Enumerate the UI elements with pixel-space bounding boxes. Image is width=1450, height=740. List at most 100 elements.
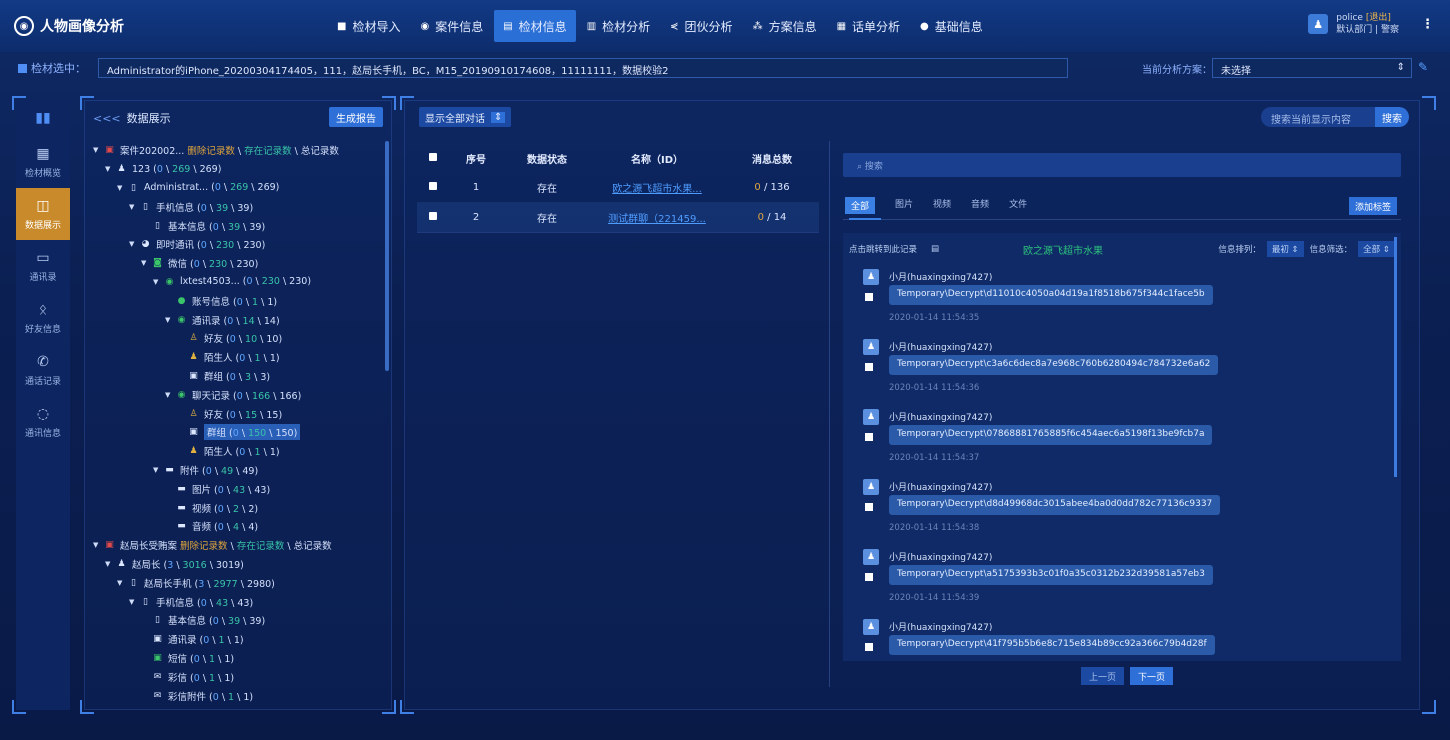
chat-tab-3[interactable]: 音频 [971,197,989,214]
row-checkbox[interactable] [429,212,437,220]
tree-node[interactable]: ▬ 图片 (0 \ 43 \ 43) [93,479,385,498]
nav-item-2[interactable]: ▤ 检材信息 [494,10,576,42]
side-item-0[interactable]: ▦ 检材概览 [16,136,70,188]
filter-select[interactable]: 全部 ⇕ [1358,241,1395,257]
select-all-checkbox[interactable] [429,152,437,161]
tree-node[interactable]: ✉ 彩信 (0 \ 1 \ 1) [93,667,385,686]
tree-node[interactable]: ▼ ◉ 通讯录 (0 \ 14 \ 14) [93,310,385,329]
tree-toggle-icon[interactable]: ▼ [93,146,103,154]
message-checkbox[interactable] [865,293,873,301]
message-checkbox[interactable] [865,363,873,371]
material-selection-field[interactable]: Administrator的iPhone_20200304174405，111，… [98,58,1068,78]
tree-toggle-icon[interactable]: ▼ [129,240,139,248]
chat-search-input[interactable]: ⌕ 搜索 [843,153,1401,177]
add-tag-button[interactable]: 添加标签 [1348,197,1397,215]
sort-select[interactable]: 最初 ⇕ [1266,241,1304,257]
tree-toggle-icon[interactable]: ▼ [117,184,127,192]
side-item-3[interactable]: ᛟ 好友信息 [16,292,70,344]
message-scrollbar[interactable] [1394,237,1397,477]
tree-node[interactable]: ▼ ▣ 案件202002... 删除记录数 \ 存在记录数 \ 总记录数 [93,141,385,160]
tree-node[interactable]: ▼ ▯ 手机信息 (0 \ 39 \ 39) [93,197,385,216]
tree-node[interactable]: ▼ ▯ Administrat... (0 \ 269 \ 269) [93,179,385,198]
tree-node[interactable]: ▼ ▣ 赵局长受贿案 删除记录数 \ 存在记录数 \ 总记录数 [93,536,385,555]
tree-node[interactable]: ▼ ◙ 微信 (0 \ 230 \ 230) [93,254,385,273]
edit-icon[interactable]: ✎ [1418,60,1428,74]
row-checkbox[interactable] [429,182,437,190]
tree-node[interactable]: ▣ 群组 (0 \ 150 \ 150) [93,423,385,442]
tree-node[interactable]: ▬ 视频 (0 \ 2 \ 2) [93,498,385,517]
tree-node[interactable]: ▼ ◉ 聊天记录 (0 \ 166 \ 166) [93,385,385,404]
tree-scrollbar[interactable] [385,141,389,371]
tree-node[interactable]: ▣ 短信 (0 \ 1 \ 1) [93,649,385,668]
nav-item-1[interactable]: ◉ 案件信息 [411,10,492,42]
user-avatar-icon[interactable]: ♟ [1308,14,1329,34]
tree-toggle-icon[interactable]: ▼ [153,278,163,286]
tree-toggle-icon[interactable]: ▼ [105,560,115,568]
tree-node[interactable]: ▬ 音频 (0 \ 4 \ 4) [93,517,385,536]
tree-toggle-icon[interactable]: ▼ [165,316,175,324]
plan-select[interactable]: 未选择 ⇕ [1212,58,1412,78]
tree-node[interactable]: ▣ 群组 (0 \ 3 \ 3) [93,367,385,386]
calendar-icon[interactable]: ▤ [931,244,939,254]
message-checkbox[interactable] [865,643,873,651]
row-name-link[interactable]: 测试群聊（221459... [608,214,706,225]
tree-node[interactable]: ▣ 通讯录 (0 \ 1 \ 1) [93,630,385,649]
nav-item-5[interactable]: ⁂ 方案信息 [744,10,826,42]
tree-toggle-icon[interactable]: ▼ [105,165,115,173]
tree-node[interactable]: ▼ ▬ 附件 (0 \ 49 \ 49) [93,461,385,480]
nav-item-3[interactable]: ▥ 检材分析 [578,10,659,42]
content-search-button[interactable]: 搜索 [1375,107,1409,127]
nav-item-4[interactable]: ⋞ 团伙分析 [661,10,741,42]
message-bubble[interactable]: Temporary\Decrypt\07868881765885f6c454ae… [889,425,1213,445]
tree-node[interactable]: ♙ 好友 (0 \ 15 \ 15) [93,404,385,423]
chat-tab-0[interactable]: 全部 [845,197,876,214]
table-row[interactable]: 1 存在 欧之源飞超市水果... 0 / 136 [417,173,819,203]
message-bubble[interactable]: Temporary\Decrypt\d8d49968dc3015abee4ba0… [889,495,1221,515]
tree-toggle-icon[interactable]: ▼ [93,541,103,549]
tree-node[interactable]: ▼ ♟ 赵局长 (3 \ 3016 \ 3019) [93,555,385,574]
collapse-back-icon[interactable]: <<< [93,112,121,125]
nav-item-0[interactable]: ■ 检材导入 [328,10,409,42]
chat-tab-2[interactable]: 视频 [933,197,951,214]
tree-node[interactable]: ▼ ▯ 赵局长手机 (3 \ 2977 \ 2980) [93,573,385,592]
row-name-link[interactable]: 欧之源飞超市水果... [612,184,702,195]
logout-link[interactable]: [退出] [1366,13,1391,23]
side-item-2[interactable]: ▭ 通讯录 [16,240,70,292]
next-page-button[interactable]: 下一页 [1130,667,1174,685]
tree-node[interactable]: ▼ ◉ lxtest4503... (0 \ 230 \ 230) [93,273,385,292]
chat-tab-4[interactable]: 文件 [1009,197,1027,214]
chat-tab-1[interactable]: 图片 [895,197,913,214]
tree-node[interactable]: ▼ ♟ 123 (0 \ 269 \ 269) [93,160,385,179]
show-all-dropdown[interactable]: 显示全部对话 ⇕ [419,107,512,127]
tree-toggle-icon[interactable]: ▼ [129,598,139,606]
nav-item-6[interactable]: ▦ 话单分析 [828,10,909,42]
side-item-1[interactable]: ◫ 数据展示 [16,188,70,240]
tree-node[interactable]: ▯ 基本信息 (0 \ 39 \ 39) [93,216,385,235]
tree-toggle-icon[interactable]: ▼ [165,391,175,399]
tree-node[interactable]: ♟ 陌生人 (0 \ 1 \ 1) [93,442,385,461]
tree-toggle-icon[interactable]: ▼ [141,259,151,267]
tree-node[interactable]: ♟ 陌生人 (0 \ 1 \ 1) [93,348,385,367]
side-item-5[interactable]: ◌ 通讯信息 [16,396,70,448]
message-checkbox[interactable] [865,503,873,511]
tree-node[interactable]: ▼ ◕ 即时通讯 (0 \ 230 \ 230) [93,235,385,254]
tree-node[interactable]: ▯ 基本信息 (0 \ 39 \ 39) [93,611,385,630]
tree-toggle-icon[interactable]: ▼ [153,466,163,474]
tree-toggle-icon[interactable]: ▼ [117,579,127,587]
message-bubble[interactable]: Temporary\Decrypt\c3a6c6dec8a7e968c760b6… [889,355,1219,375]
message-checkbox[interactable] [865,573,873,581]
tree-node[interactable]: ✉ 彩信附件 (0 \ 1 \ 1) [93,686,385,705]
jump-to-record-label[interactable]: 点击跳转到此记录 [849,243,917,255]
message-bubble[interactable]: Temporary\Decrypt\41f795b5b6e8c715e834b8… [889,635,1215,655]
message-bubble[interactable]: Temporary\Decrypt\a5175393b3c01f0a35c031… [889,565,1213,585]
prev-page-button[interactable]: 上一页 [1081,667,1125,685]
content-search-input[interactable]: 搜索当前显示内容 [1261,107,1375,127]
tree-node[interactable]: ● 账号信息 (0 \ 1 \ 1) [93,291,385,310]
message-checkbox[interactable] [865,433,873,441]
tree-toggle-icon[interactable]: ▼ [129,203,139,211]
nav-item-7[interactable]: ● 基础信息 [911,10,992,42]
tree-node[interactable]: ♙ 好友 (0 \ 10 \ 10) [93,329,385,348]
tree-node[interactable]: ▼ ▯ 手机信息 (0 \ 43 \ 43) [93,592,385,611]
more-icon[interactable]: ⋮ [1421,17,1434,32]
message-bubble[interactable]: Temporary\Decrypt\d11010c4050a04d19a1f85… [889,285,1213,305]
